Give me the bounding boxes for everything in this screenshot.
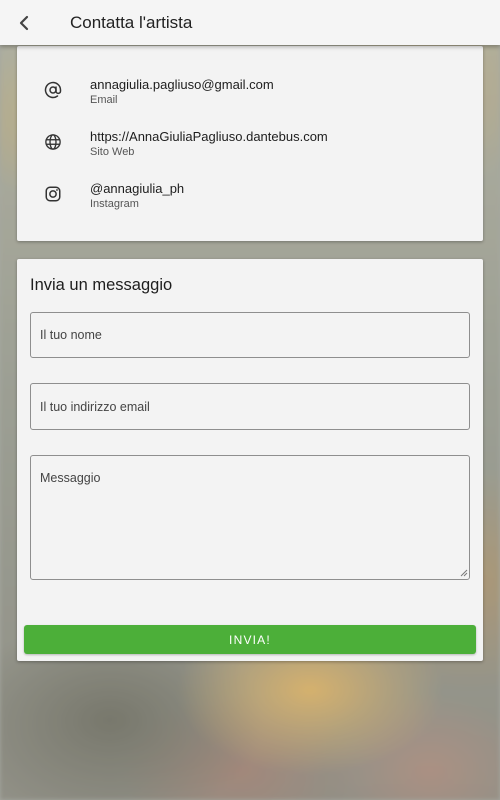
contacts-card: annagiulia.pagliuso@gmail.com Email http… — [17, 46, 483, 241]
contact-row-email[interactable]: annagiulia.pagliuso@gmail.com Email — [17, 77, 483, 117]
globe-icon — [45, 134, 61, 150]
website-label: Sito Web — [90, 146, 135, 158]
at-sign-icon — [44, 81, 62, 99]
contact-row-instagram[interactable]: @annagiulia_ph Instagram — [17, 181, 483, 221]
form-title: Invia un messaggio — [30, 276, 173, 294]
back-button[interactable] — [0, 0, 48, 45]
message-form-card: Invia un messaggio INVIA! — [17, 259, 483, 661]
chevron-left-icon — [19, 15, 29, 30]
instagram-value[interactable]: @annagiulia_ph — [90, 181, 184, 196]
name-input[interactable] — [30, 312, 470, 358]
page-title: Contatta l'artista — [70, 12, 193, 32]
message-textarea[interactable] — [30, 455, 470, 580]
send-button[interactable]: INVIA! — [24, 625, 476, 654]
website-value[interactable]: https://AnnaGiuliaPagliuso.dantebus.com — [90, 129, 328, 144]
email-value[interactable]: annagiulia.pagliuso@gmail.com — [90, 77, 274, 92]
instagram-label: Instagram — [90, 198, 139, 210]
app-bar: Contatta l'artista — [0, 0, 500, 45]
instagram-icon — [45, 186, 61, 202]
email-label: Email — [90, 94, 118, 106]
resize-grip-icon[interactable] — [460, 569, 468, 577]
contact-row-website[interactable]: https://AnnaGiuliaPagliuso.dantebus.com … — [17, 129, 483, 169]
email-input[interactable] — [30, 383, 470, 430]
